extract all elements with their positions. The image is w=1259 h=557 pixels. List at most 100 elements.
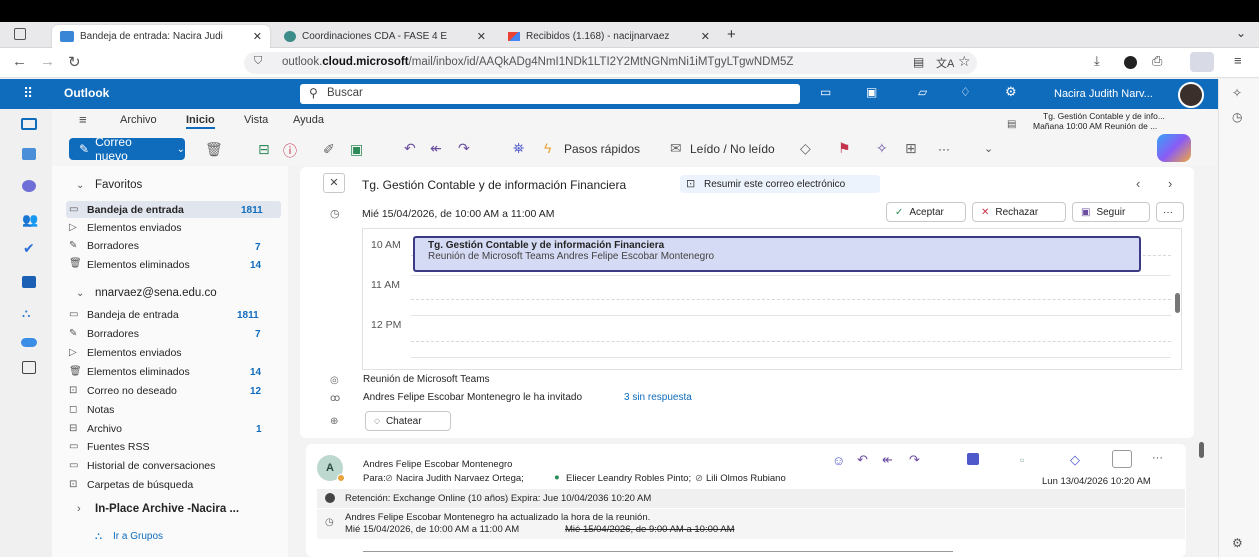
more-icon[interactable]: ··· [1152,452,1163,464]
tab-close-icon[interactable]: ✕ [701,30,710,43]
copilot-rail-icon[interactable] [22,180,36,192]
acct-rss[interactable]: Fuentes RSS [87,441,149,453]
archive-header[interactable]: In-Place Archive -Nacira ... [95,503,239,515]
chevron-down-icon[interactable]: ⌄ [76,180,84,191]
menu-vista[interactable]: Vista [244,114,268,126]
thread-scrollbar[interactable] [1199,442,1204,458]
fav-inbox[interactable]: Bandeja de entrada [87,204,184,216]
acct-junk[interactable]: Correo no deseado [87,385,177,397]
chat-button[interactable]: ◌ Chatear [365,411,451,431]
org-rail-icon[interactable]: ⛬ [22,306,30,321]
calendar-rail-icon[interactable] [22,148,36,160]
app-launcher-icon[interactable]: ⠿ [23,85,33,102]
reload-icon[interactable]: ↻ [68,53,81,71]
people-rail-icon[interactable]: 👥 [22,212,38,228]
tab-close-icon[interactable]: ✕ [477,30,486,43]
forward-arrow-icon[interactable]: → [40,53,55,70]
account-header[interactable]: nnarvaez@sena.edu.co [95,287,217,299]
favorites-header[interactable]: Favoritos [95,179,142,191]
reply-all-icon[interactable]: ↞ [430,140,442,157]
history-icon[interactable]: ◷ [1232,110,1242,124]
summarize-button[interactable]: Resumir este correo electrónico [680,175,880,193]
fav-deleted[interactable]: Elementos eliminados [87,259,190,271]
browser-tab-gmail[interactable]: Recibidos (1.168) - nacijnarvaez ✕ [500,25,718,48]
fav-drafts[interactable]: Borradores [87,240,139,252]
notifications-icon[interactable]: ♢ [960,85,971,99]
tab-list-chevron-icon[interactable]: ⌄ [1236,26,1246,40]
settings-icon[interactable]: ⚙ [1005,84,1017,100]
envelope-open-icon[interactable]: ✉ [670,140,682,157]
teams-share-icon[interactable]: ⛯ [513,140,524,157]
ribbon-collapse-icon[interactable]: ⌄ [984,142,993,155]
profile-icon[interactable] [1124,56,1137,69]
side-settings-icon[interactable]: ⚙ [1232,536,1243,550]
prev-message-icon[interactable]: ‹ [1136,176,1140,191]
user-name[interactable]: Nacira Judith Narv... [1054,88,1153,100]
acct-inbox[interactable]: Bandeja de entrada [87,309,179,321]
sender-name[interactable]: Andres Felipe Escobar Montenegro [363,459,512,470]
reply-all-icon[interactable]: ↞ [882,452,893,468]
copilot-icon[interactable] [1157,134,1191,162]
no-response-link[interactable]: 3 sin respuesta [624,392,692,403]
more-apps-icon[interactable] [22,361,36,374]
onedrive-rail-icon[interactable] [21,338,37,347]
sidebar-toggle-icon[interactable] [1190,52,1214,72]
acct-sent[interactable]: Elementos enviados [87,347,182,359]
copilot-sidebar-icon[interactable]: ✧ [1232,86,1242,100]
teams-chat-icon[interactable]: ▭ [820,85,831,99]
todo-rail-icon[interactable]: ✔ [23,240,35,257]
site-info-icon[interactable]: ⛉ [254,55,262,68]
menu-inicio[interactable]: Inicio [186,114,215,129]
follow-button[interactable]: ▣ Seguir [1072,202,1150,222]
new-tab-button[interactable]: + [727,26,736,43]
groups-link[interactable]: Ir a Grupos [113,531,163,542]
teams-share-icon[interactable] [967,453,979,465]
fav-sent[interactable]: Elementos enviados [87,222,182,234]
accept-button[interactable]: ✓ Aceptar [886,202,966,222]
chevron-down-icon[interactable]: ⌄ [177,144,185,155]
delete-icon[interactable]: 🗑 [205,141,223,158]
forward-icon[interactable]: ↷ [909,452,920,468]
mail-app-icon[interactable] [21,118,37,130]
tab-close-icon[interactable]: ✕ [253,30,262,43]
pin-icon[interactable]: ◇ [1070,452,1080,468]
acct-search-folders[interactable]: Carpetas de búsqueda [87,479,193,491]
search-input[interactable] [300,84,800,104]
recipient-2[interactable]: Eliecer Leandry Robles Pinto; [566,473,691,484]
browser-tab-coordinaciones[interactable]: Coordinaciones CDA - FASE 4 E ✕ [276,25,494,48]
reply-icon[interactable]: ↶ [857,452,868,468]
acct-drafts[interactable]: Borradores [87,328,139,340]
recipient-1[interactable]: Nacira Judith Narvaez Ortega; [396,473,524,484]
reply-icon[interactable]: ↶ [404,140,416,157]
decline-button[interactable]: ✕ Rechazar [972,202,1066,222]
reader-view-icon[interactable]: ▤ [913,55,924,69]
report-icon[interactable]: ⓘ [283,141,297,161]
files-rail-icon[interactable] [22,276,36,288]
acct-archive[interactable]: Archivo [87,423,122,435]
forward-icon[interactable]: ↷ [458,140,470,157]
reminder-title[interactable]: Tg. Gestión Contable y de info... [1043,111,1165,121]
next-message-icon[interactable]: › [1168,176,1172,191]
menu-archivo[interactable]: Archivo [120,114,157,126]
browser-menu-icon[interactable]: ≡ [1234,53,1242,68]
back-arrow-icon[interactable]: ← [12,53,27,70]
hamburger-icon[interactable]: ≡ [79,112,87,127]
move-to-icon[interactable]: ▣ [350,141,363,158]
calendar-scrollbar[interactable] [1175,293,1180,313]
more-actions-button[interactable]: ··· [1156,202,1184,222]
downloads-icon[interactable]: ⤓ [1094,53,1100,69]
flag-icon[interactable]: ⚑ [838,140,851,157]
acct-deleted[interactable]: Elementos eliminados [87,366,190,378]
calendar-app-icon[interactable]: ▣ [866,85,877,99]
archive-icon[interactable]: ⊟ [258,141,270,158]
user-avatar[interactable] [1178,82,1204,108]
apps-icon[interactable]: ⊞ [905,140,917,157]
onenote-icon[interactable]: ▫ [1020,453,1024,467]
acct-notes[interactable]: Notas [87,404,114,416]
new-mail-button[interactable]: ✎ Correo nuevo ⌄ [69,135,185,163]
browser-tab-outlook[interactable]: Bandeja de entrada: Nacira Judi ✕ [52,25,270,48]
feedback-icon[interactable]: ▱ [918,85,927,99]
chevron-down-icon[interactable]: ⌄ [76,288,84,299]
share-icon[interactable]: ⎙ [1152,53,1162,69]
acct-history[interactable]: Historial de conversaciones [87,460,215,472]
